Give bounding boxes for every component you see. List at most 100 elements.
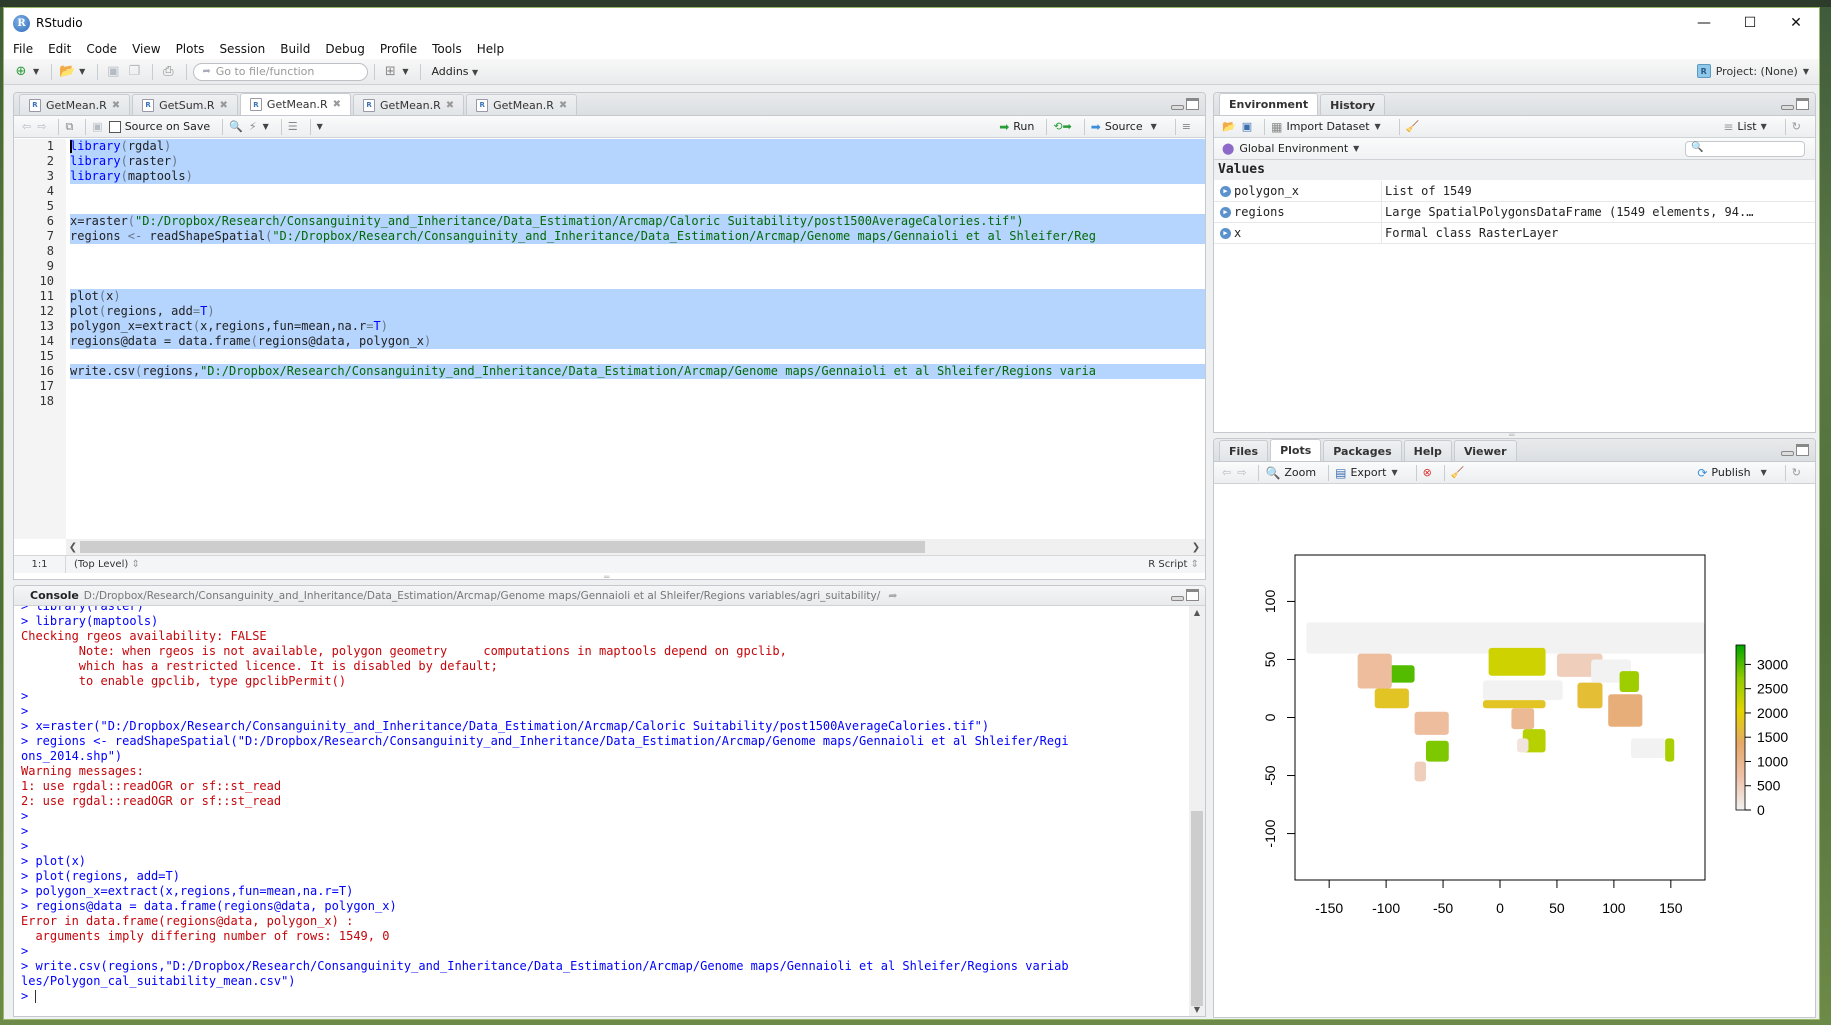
compile-report-icon[interactable]: ☰ bbox=[288, 120, 298, 133]
code-line[interactable]: 16 write.csv(regions,"D:/Dropbox/Research… bbox=[14, 364, 1205, 379]
clear-workspace-broom-icon[interactable]: 🧹 bbox=[1406, 120, 1420, 133]
minimize-pane-icon[interactable] bbox=[1781, 450, 1794, 456]
environment-search-input[interactable]: 🔍 bbox=[1685, 141, 1805, 157]
save-file-icon[interactable]: ▣ bbox=[92, 120, 102, 133]
open-recent-dropdown[interactable]: ▼ bbox=[79, 67, 85, 76]
code-line[interactable]: 10 bbox=[14, 274, 1205, 289]
tab-files[interactable]: Files bbox=[1219, 440, 1269, 461]
run-button[interactable]: ➡ Run bbox=[999, 120, 1034, 134]
file-type-selector[interactable]: R Script ⇕ bbox=[1148, 559, 1199, 570]
view-mode-dropdown[interactable]: ≡ List ▼ bbox=[1723, 120, 1772, 134]
tab-help[interactable]: Help bbox=[1403, 440, 1452, 461]
menu-session[interactable]: Session bbox=[219, 42, 265, 56]
refresh-icon[interactable]: ↻ bbox=[1792, 466, 1801, 479]
scrollbar-thumb[interactable] bbox=[80, 541, 925, 553]
scroll-right-icon[interactable]: ❯ bbox=[1189, 542, 1203, 553]
expand-icon[interactable]: ▶ bbox=[1220, 206, 1231, 218]
expand-icon[interactable]: ▶ bbox=[1220, 227, 1231, 239]
print-icon[interactable]: ⎙ bbox=[159, 64, 177, 80]
code-line[interactable]: 7 regions <- readShapeSpatial("D:/Dropbox… bbox=[14, 229, 1205, 244]
maximize-button[interactable]: ☐ bbox=[1727, 8, 1773, 38]
code-line[interactable]: 8 bbox=[14, 244, 1205, 259]
minimize-button[interactable]: — bbox=[1681, 8, 1727, 38]
horizontal-scrollbar[interactable]: ❮ ❯ bbox=[66, 539, 1205, 555]
maximize-pane-icon[interactable] bbox=[1186, 98, 1199, 110]
code-tools-wand-icon[interactable]: ⚡ bbox=[249, 120, 257, 133]
code-line[interactable]: 6 x=raster("D:/Dropbox/Research/Consangui… bbox=[14, 214, 1205, 229]
export-button[interactable]: ▤ Export ▼ bbox=[1335, 466, 1404, 480]
code-line[interactable]: 17 bbox=[14, 379, 1205, 394]
tab-history[interactable]: History bbox=[1320, 94, 1386, 115]
env-row[interactable]: ▶ x Formal class RasterLayer bbox=[1214, 223, 1815, 244]
scope-selector[interactable]: (Top Level) ⇕ bbox=[74, 559, 140, 570]
minimize-pane-icon[interactable] bbox=[1171, 595, 1184, 601]
save-workspace-icon[interactable]: ▣ bbox=[1242, 120, 1252, 133]
source-button[interactable]: ➡ Source ▼ bbox=[1091, 120, 1163, 134]
code-line[interactable]: 13 polygon_x=extract(x,regions,fun=mean,n… bbox=[14, 319, 1205, 334]
env-row[interactable]: ▶ polygon_x List of 1549 bbox=[1214, 181, 1815, 202]
forward-arrow-icon[interactable]: ⇨ bbox=[37, 120, 46, 133]
close-tab-icon[interactable]: ✖ bbox=[220, 100, 228, 111]
source-on-save-checkbox[interactable] bbox=[108, 120, 121, 133]
find-replace-icon[interactable]: 🔍 bbox=[229, 120, 243, 133]
close-tab-icon[interactable]: ✖ bbox=[446, 100, 454, 111]
menu-file[interactable]: File bbox=[13, 42, 33, 56]
publish-button[interactable]: ⟳ Publish ▼ bbox=[1697, 466, 1772, 480]
editor-tab[interactable]: R GetMean.R ✖ bbox=[19, 94, 131, 115]
code-line[interactable]: 2 library(raster) bbox=[14, 154, 1205, 169]
save-icon[interactable]: ▣ bbox=[104, 64, 122, 80]
code-line[interactable]: 18 bbox=[14, 394, 1205, 409]
more-options-dropdown[interactable]: ▼ bbox=[317, 122, 323, 131]
clear-plots-broom-icon[interactable]: 🧹 bbox=[1451, 466, 1465, 479]
console-prompt[interactable]: > bbox=[21, 989, 1189, 1004]
code-line[interactable]: 12 plot(regions, add=T) bbox=[14, 304, 1205, 319]
minimize-pane-icon[interactable] bbox=[1781, 104, 1794, 110]
new-file-dropdown[interactable]: ▼ bbox=[33, 67, 39, 76]
global-environment-selector[interactable]: ⬤ Global Environment ▼ bbox=[1222, 142, 1365, 155]
console-vertical-scrollbar[interactable]: ▲ ▼ bbox=[1189, 606, 1205, 1016]
close-tab-icon[interactable]: ✖ bbox=[333, 99, 341, 110]
addins-menu[interactable]: Addins ▼ bbox=[431, 65, 484, 78]
menu-help[interactable]: Help bbox=[477, 42, 504, 56]
scroll-left-icon[interactable]: ❮ bbox=[66, 542, 80, 553]
project-menu[interactable]: R Project: (None) ▼ bbox=[1696, 64, 1809, 78]
chevron-down-icon[interactable]: ▼ bbox=[263, 122, 269, 131]
menu-edit[interactable]: Edit bbox=[48, 42, 71, 56]
go-to-directory-icon[interactable]: ➦ bbox=[888, 589, 897, 602]
pane-layout-dropdown[interactable]: ▼ bbox=[402, 67, 408, 76]
zoom-button[interactable]: 🔍 Zoom bbox=[1265, 466, 1316, 480]
goto-file-function-input[interactable]: ➦ Go to file/function bbox=[193, 62, 369, 81]
menu-plots[interactable]: Plots bbox=[176, 42, 205, 56]
menu-profile[interactable]: Profile bbox=[380, 42, 417, 56]
code-line[interactable]: 9 bbox=[14, 259, 1205, 274]
menu-code[interactable]: Code bbox=[86, 42, 117, 56]
code-line[interactable]: 15 bbox=[14, 349, 1205, 364]
tab-viewer[interactable]: Viewer bbox=[1453, 440, 1517, 461]
back-arrow-icon[interactable]: ⇦ bbox=[22, 120, 31, 133]
editor-tab-active[interactable]: R GetMean.R ✖ bbox=[239, 93, 352, 115]
maximize-pane-icon[interactable] bbox=[1796, 98, 1809, 110]
pane-layout-icon[interactable]: ⊞ bbox=[381, 64, 399, 80]
load-workspace-icon[interactable]: 📂 bbox=[1222, 120, 1236, 133]
scroll-up-icon[interactable]: ▲ bbox=[1189, 608, 1205, 617]
rerun-button[interactable]: ⟲➡ bbox=[1053, 120, 1071, 133]
close-tab-icon[interactable]: ✖ bbox=[559, 100, 567, 111]
menu-build[interactable]: Build bbox=[280, 42, 310, 56]
tab-environment[interactable]: Environment bbox=[1219, 93, 1319, 115]
show-in-window-icon[interactable]: ⧉ bbox=[65, 120, 73, 134]
tab-plots[interactable]: Plots bbox=[1270, 439, 1322, 461]
save-all-icon[interactable]: ❐ bbox=[125, 64, 143, 80]
remove-plot-icon[interactable]: ⊗ bbox=[1423, 466, 1432, 479]
horizontal-splitter-handle[interactable]: ═ bbox=[604, 573, 609, 583]
code-line[interactable]: 5 bbox=[14, 199, 1205, 214]
env-row[interactable]: ▶ regions Large SpatialPolygonsDataFrame … bbox=[1214, 202, 1815, 223]
tab-packages[interactable]: Packages bbox=[1323, 440, 1402, 461]
code-line[interactable]: 14 regions@data = data.frame(regions@data… bbox=[14, 334, 1205, 349]
close-tab-icon[interactable]: ✖ bbox=[112, 100, 120, 111]
expand-icon[interactable]: ▶ bbox=[1220, 185, 1231, 197]
minimize-pane-icon[interactable] bbox=[1171, 104, 1184, 110]
scroll-down-icon[interactable]: ▼ bbox=[1189, 1005, 1205, 1014]
menu-debug[interactable]: Debug bbox=[325, 42, 364, 56]
document-outline-icon[interactable]: ≡ bbox=[1182, 120, 1191, 133]
editor-tab[interactable]: R GetSum.R ✖ bbox=[132, 94, 238, 115]
